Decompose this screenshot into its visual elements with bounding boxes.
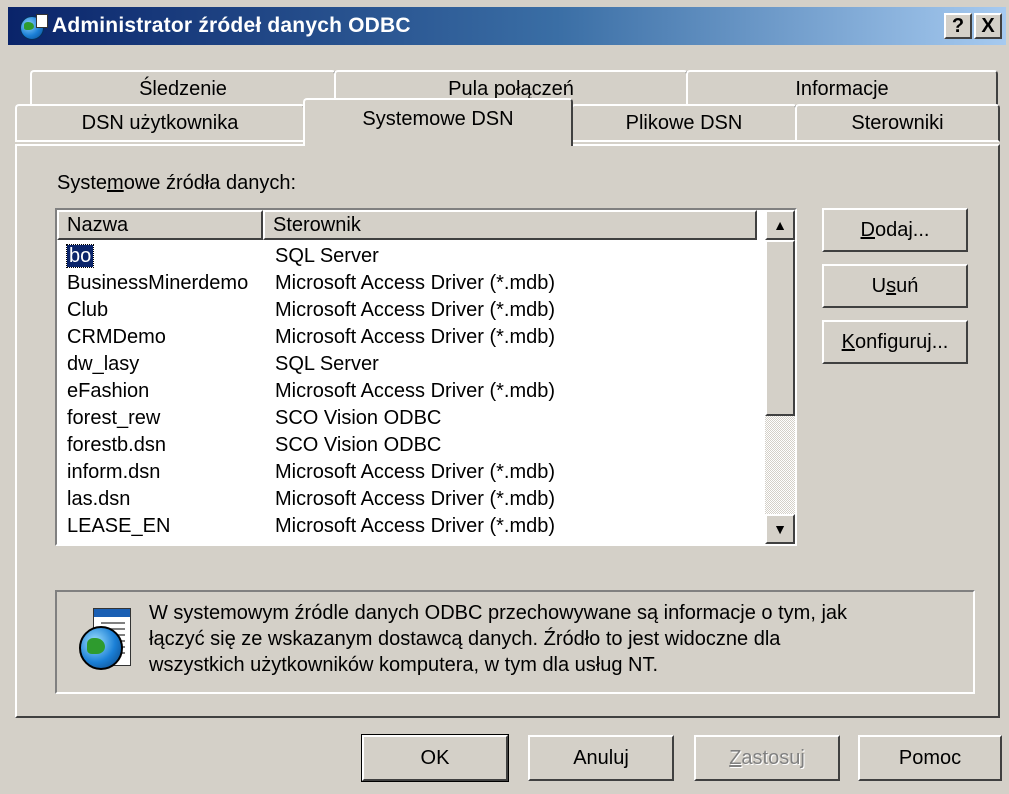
title-bar: Administrator źródeł danych ODBC ? X (8, 7, 1006, 45)
dsn-driver: SQL Server (275, 353, 379, 375)
remove-button[interactable]: Us uń (822, 264, 968, 308)
dsn-driver: Microsoft Access Driver (*.mdb) (275, 380, 556, 402)
vertical-scrollbar[interactable]: ▲ ▼ (765, 210, 795, 544)
tab-plikowe-dsn[interactable]: Plikowe DSN (571, 104, 797, 142)
tab-label: Plikowe DSN (625, 111, 743, 134)
scroll-thumb[interactable] (765, 240, 795, 416)
tab-label: Informacje (795, 77, 889, 100)
tab-dsn-uzytkownika[interactable]: DSN użytkownika (15, 104, 305, 142)
info-box: W systemowym źródle danych ODBC przechow… (55, 590, 975, 694)
cancel-button[interactable]: Anuluj (528, 735, 674, 781)
list-item[interactable]: Club Microsoft Access Driver (*.mdb) (57, 297, 555, 324)
dsn-driver: Microsoft Access Driver (*.mdb) (275, 299, 556, 321)
dsn-driver: Microsoft Access Driver (*.mdb) (275, 272, 556, 294)
scroll-down-icon[interactable]: ▼ (765, 514, 795, 544)
info-text: W systemowym źródle danych ODBC przechow… (149, 602, 848, 676)
list-header: Nazwa Sterownik (57, 210, 757, 240)
dsn-name: forest_rew (67, 407, 161, 429)
tab-sterowniki[interactable]: Sterowniki (795, 104, 1000, 142)
dsn-name: forestb.dsn (67, 434, 166, 456)
scroll-up-icon[interactable]: ▲ (765, 210, 795, 240)
column-header-sterownik[interactable]: Sterownik (263, 210, 757, 240)
list-item[interactable]: eFashion Microsoft Access Driver (*.mdb) (57, 378, 555, 405)
dsn-list[interactable]: Nazwa Sterownik bo SQL Server BusinessMine… (55, 208, 797, 546)
tab-label: DSN użytkownika (81, 111, 239, 134)
dsn-driver: SQL Server (275, 245, 379, 267)
dsn-driver: Microsoft Access Driver (*.mdb) (275, 461, 556, 483)
tab-panel: Systemowe źródła danych: Nazwa Sterownik… (15, 144, 1000, 718)
dsn-driver: SCO Vision ODBC (275, 434, 442, 456)
list-rows: bo SQL Server BusinessMinerdemo Microsoft A… (57, 243, 555, 540)
list-item[interactable]: forestb.dsn SCO Vision ODBC (57, 432, 555, 459)
dsn-driver: Microsoft Access Driver (*.mdb) (275, 488, 556, 510)
help-dialog-button[interactable]: Pomoc (858, 735, 1002, 781)
tab-label: Śledzenie (139, 77, 227, 100)
tab-label: Systemowe DSN (362, 108, 514, 130)
tab-informacje[interactable]: Informacje (686, 70, 998, 106)
list-item[interactable]: dw_lasy SQL Server (57, 351, 555, 378)
dsn-driver: SCO Vision ODBC (275, 407, 442, 429)
list-item[interactable]: BusinessMinerdemo Microsoft Access Driver… (57, 270, 555, 297)
odbc-globe-icon[interactable] (18, 12, 48, 40)
column-header-nazwa[interactable]: Nazwa (57, 210, 263, 240)
dsn-name: BusinessMinerdemo (67, 272, 249, 294)
dsn-name: inform.dsn (67, 461, 161, 483)
tab-label: Sterowniki (851, 111, 944, 134)
tab-systemowe-dsn[interactable]: Systemowe DSN (303, 98, 573, 146)
ok-button[interactable]: OK (361, 734, 509, 782)
list-item[interactable]: inform.dsn Microsoft Access Driver (*.mdb… (57, 459, 555, 486)
list-item[interactable]: CRMDemo Microsoft Access Driver (*.mdb) (57, 324, 555, 351)
list-item[interactable]: LEASE_EN Microsoft Access Driver (*.mdb) (57, 513, 555, 540)
add-button[interactable]: Dodaj... (822, 208, 968, 252)
help-button[interactable]: ? (944, 13, 972, 39)
dsn-name: dw_lasy (67, 353, 140, 375)
list-item[interactable]: las.dsn Microsoft Access Driver (*.mdb) (57, 486, 555, 513)
dsn-name: CRMDemo (67, 326, 166, 348)
dsn-name: bo (65, 244, 95, 268)
dsn-driver: Microsoft Access Driver (*.mdb) (275, 326, 556, 348)
close-button[interactable]: X (974, 13, 1002, 39)
globe-document-icon (77, 608, 131, 674)
dsn-name: las.dsn (67, 488, 131, 510)
section-label: Systemowe źródła danych: (57, 172, 297, 194)
window-title: Administrator źródeł danych ODBC (52, 14, 411, 37)
dsn-name: eFashion (67, 380, 150, 402)
dsn-name: LEASE_EN (67, 515, 171, 537)
apply-button[interactable]: Zastosuj (694, 735, 840, 781)
dsn-name: Club (67, 299, 109, 321)
configure-button[interactable]: Konfiguruj... (822, 320, 968, 364)
dsn-driver: Microsoft Access Driver (*.mdb) (275, 515, 556, 537)
list-item[interactable]: forest_rew SCO Vision ODBC (57, 405, 555, 432)
tab-sledzenie[interactable]: Śledzenie (30, 70, 336, 106)
list-item[interactable]: bo SQL Server (57, 243, 555, 270)
